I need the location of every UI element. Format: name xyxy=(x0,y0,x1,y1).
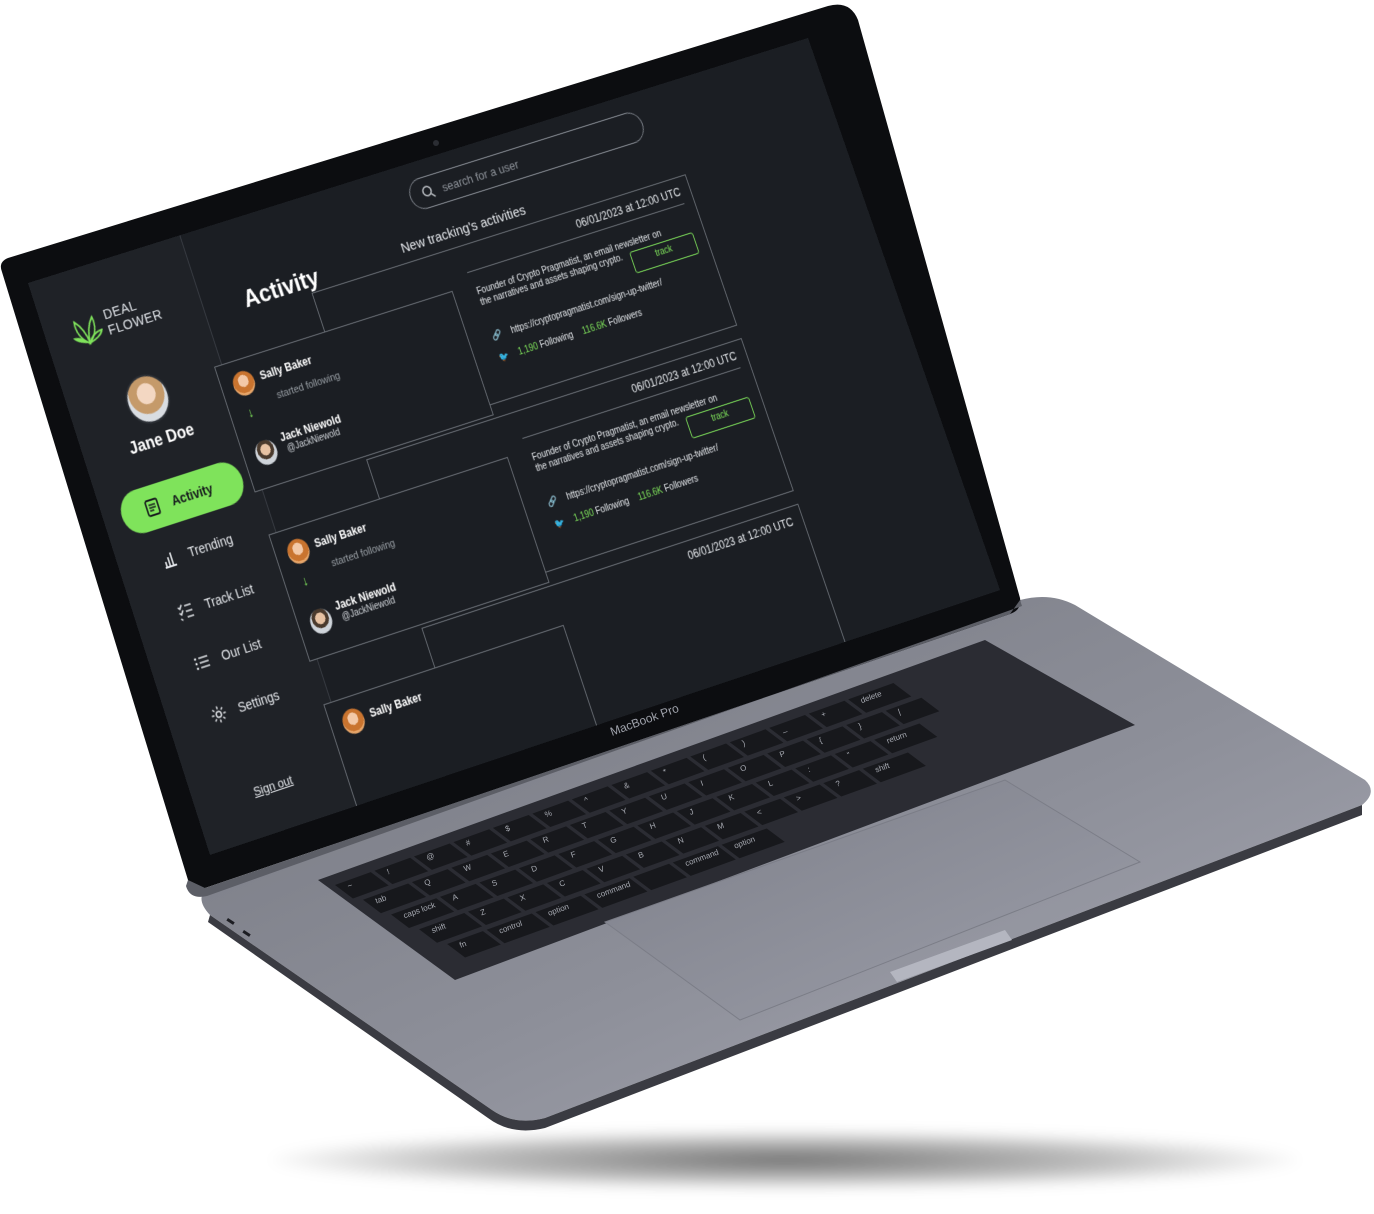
sidebar-item-label: Activity xyxy=(170,481,215,509)
avatar[interactable] xyxy=(230,368,258,398)
list-icon xyxy=(191,650,213,674)
brand-name: DEAL FLOWER xyxy=(101,291,164,339)
camera xyxy=(433,140,439,146)
avatar[interactable] xyxy=(252,437,280,467)
following-count: 1,190 xyxy=(517,341,540,357)
gear-icon xyxy=(208,702,230,726)
avatar[interactable] xyxy=(120,369,177,430)
followers-label: Followers xyxy=(663,474,700,495)
followers-count: 116.6K xyxy=(581,319,608,337)
search-placeholder: search for a user xyxy=(440,157,520,194)
link-icon: 🔗 xyxy=(491,329,504,342)
document-icon xyxy=(142,496,164,520)
following-label: Following xyxy=(594,496,630,517)
actor-name[interactable]: Sally Baker xyxy=(313,521,369,551)
checklist-icon xyxy=(175,599,197,623)
twitter-bird-icon: 🐦 xyxy=(553,517,566,530)
arrow-down-icon: ↓ xyxy=(245,404,255,420)
leaf-logo-icon xyxy=(66,309,106,349)
twitter-bird-icon: 🐦 xyxy=(498,351,511,364)
arrow-down-icon: ↓ xyxy=(300,572,310,589)
sidebar-item-label: Our List xyxy=(219,636,263,664)
followers-label: Followers xyxy=(607,308,644,329)
activity-timestamp: 06/01/2023 at 12:00 UTC xyxy=(686,515,795,562)
followers-count: 116.6K xyxy=(637,485,665,503)
avatar[interactable] xyxy=(284,536,312,567)
actor-name[interactable]: Sally Baker xyxy=(368,690,424,720)
sidebar-item-label: Track List xyxy=(203,581,256,612)
following-label: Following xyxy=(539,330,575,350)
avatar[interactable] xyxy=(339,706,368,737)
following-count: 1,190 xyxy=(572,508,595,524)
sidebar-item-label: Settings xyxy=(236,687,281,715)
bar-chart-icon xyxy=(158,547,180,571)
actor-name[interactable]: Sally Baker xyxy=(258,353,313,382)
sidebar-item-label: Trending xyxy=(186,531,235,560)
search-icon xyxy=(419,183,436,201)
sign-out-link[interactable]: Sign out xyxy=(194,753,352,818)
brand-logo[interactable]: DEAL FLOWER xyxy=(66,291,165,350)
link-icon: 🔗 xyxy=(546,496,559,509)
avatar[interactable] xyxy=(307,606,336,637)
